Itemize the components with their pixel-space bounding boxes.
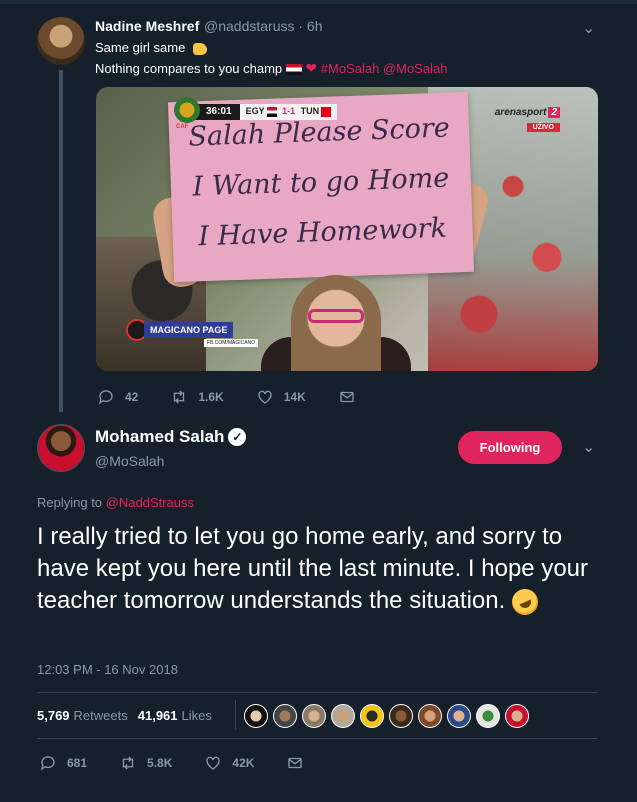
avatar-mosalah[interactable] bbox=[37, 424, 85, 472]
tweet-stats: 5,769 Retweets 41,961 Likes bbox=[37, 708, 222, 723]
reply-icon bbox=[40, 756, 55, 771]
liker-avatar[interactable] bbox=[360, 704, 384, 728]
watermark-text: MAGICANO PAGE bbox=[144, 322, 234, 338]
girl-head bbox=[291, 275, 381, 371]
liker-avatar[interactable] bbox=[331, 704, 355, 728]
egypt-flag-emoji bbox=[285, 64, 302, 76]
dm-icon bbox=[288, 757, 303, 769]
score: 1-1 bbox=[282, 106, 296, 116]
scorebug: 36:01 EGY 1-1 TUN bbox=[174, 97, 338, 123]
reply-count: 681 bbox=[67, 756, 88, 770]
like-count: 14K bbox=[283, 390, 306, 404]
hashtag-mention-links[interactable]: #MoSalah @MoSalah bbox=[321, 61, 448, 76]
egypt-flag-icon bbox=[266, 106, 277, 117]
chevron-down-icon[interactable]: ⌄ bbox=[582, 21, 596, 37]
caf-label: CAF bbox=[176, 124, 189, 130]
author-handle-nadine[interactable]: @naddstaruss · 6h bbox=[204, 18, 323, 34]
dm-button[interactable] bbox=[286, 754, 314, 772]
dm-icon bbox=[340, 391, 354, 403]
author-name-nadine[interactable]: Nadine Meshref bbox=[95, 18, 199, 34]
home-team: EGY bbox=[245, 106, 265, 116]
author-name[interactable]: Mohamed Salah bbox=[95, 427, 224, 447]
tweet-text-line-2: Nothing compares to you champ ❤ #MoSalah… bbox=[95, 60, 447, 77]
retweet-icon bbox=[122, 756, 134, 770]
liker-avatar[interactable] bbox=[389, 704, 413, 728]
scorebug-score: EGY 1-1 TUN bbox=[239, 104, 338, 120]
replying-prefix: Replying to bbox=[37, 495, 103, 510]
live-badge: UŽIVO bbox=[526, 123, 560, 132]
reply-icon bbox=[98, 390, 113, 405]
like-count: 42K bbox=[232, 756, 255, 770]
reply-button[interactable]: 681 bbox=[39, 754, 87, 772]
laughing-emoji bbox=[507, 584, 543, 619]
girl-glasses bbox=[308, 309, 364, 323]
scorebug-time: 36:01 bbox=[194, 104, 240, 120]
tweet-text-line-1: Same girl same bbox=[95, 40, 207, 55]
heart-emoji: ❤ bbox=[305, 60, 318, 76]
verified-icon: ✓ bbox=[228, 428, 247, 446]
replying-to: Replying to @NaddStrauss bbox=[37, 495, 194, 510]
liker-avatar[interactable] bbox=[447, 704, 471, 728]
avatar-nadine[interactable] bbox=[37, 17, 85, 65]
like-icon bbox=[206, 756, 221, 770]
divider bbox=[37, 738, 597, 739]
tunisia-flag-icon bbox=[321, 106, 332, 117]
liker-avatar[interactable] bbox=[273, 704, 297, 728]
retweet-count: 5.8K bbox=[147, 756, 173, 770]
tweet-text: Nothing compares to you champ bbox=[95, 61, 283, 76]
liker-avatar[interactable] bbox=[418, 704, 442, 728]
reply-count: 42 bbox=[125, 390, 139, 404]
following-button[interactable]: Following bbox=[458, 431, 562, 464]
watermark: MAGICANO PAGE bbox=[126, 319, 234, 341]
liker-avatar[interactable] bbox=[476, 704, 500, 728]
tweet-body: I really tried to let you go home early,… bbox=[37, 523, 589, 614]
liker-avatars bbox=[244, 704, 534, 728]
away-team: TUN bbox=[300, 106, 320, 116]
likes-stat[interactable]: 41,961 Likes bbox=[138, 708, 212, 723]
like-button[interactable]: 14K bbox=[256, 388, 306, 406]
liker-avatar[interactable] bbox=[505, 704, 529, 728]
clap-emoji bbox=[192, 42, 207, 55]
reply-button[interactable]: 42 bbox=[97, 388, 138, 406]
watermark-subtext: FB.COM/MAGICANO bbox=[204, 339, 259, 347]
divider bbox=[37, 692, 597, 693]
divider bbox=[235, 700, 236, 730]
retweet-icon bbox=[174, 390, 185, 404]
top-border bbox=[0, 0, 637, 4]
tweet-media-image[interactable]: Salah Please Score I Want to go Home I H… bbox=[96, 87, 598, 371]
thread-line bbox=[59, 70, 63, 412]
sign-line: I Want to go Home bbox=[191, 162, 450, 203]
dm-button[interactable] bbox=[338, 388, 366, 406]
tweet-text: Same girl same bbox=[95, 40, 186, 55]
retweet-button[interactable]: 5.8K bbox=[119, 754, 172, 772]
liker-avatar[interactable] bbox=[302, 704, 326, 728]
chevron-down-icon[interactable]: ⌄ bbox=[582, 440, 596, 456]
retweet-count: 1.6K bbox=[198, 390, 224, 404]
replying-handle-link[interactable]: @NaddStrauss bbox=[106, 495, 194, 510]
retweet-button[interactable]: 1.6K bbox=[170, 388, 224, 406]
caf-logo bbox=[174, 97, 200, 123]
tweet-timestamp[interactable]: 12:03 PM - 16 Nov 2018 bbox=[37, 662, 178, 677]
author-name-mosalah[interactable]: Mohamed Salah ✓ bbox=[95, 427, 247, 447]
pink-sign: Salah Please Score I Want to go Home I H… bbox=[167, 91, 475, 283]
main-tweet-actions: 681 5.8K 42K bbox=[39, 754, 346, 772]
retweets-stat[interactable]: 5,769 Retweets bbox=[37, 708, 128, 723]
liker-avatar[interactable] bbox=[244, 704, 268, 728]
like-button[interactable]: 42K bbox=[204, 754, 254, 772]
like-icon bbox=[258, 390, 272, 404]
author-handle-mosalah[interactable]: @MoSalah bbox=[95, 453, 164, 469]
sign-line: I Have Homework bbox=[197, 212, 448, 253]
tweet-text-main: I really tried to let you go home early,… bbox=[37, 521, 597, 619]
quoted-tweet-actions: 42 1.6K 14K bbox=[97, 388, 398, 406]
